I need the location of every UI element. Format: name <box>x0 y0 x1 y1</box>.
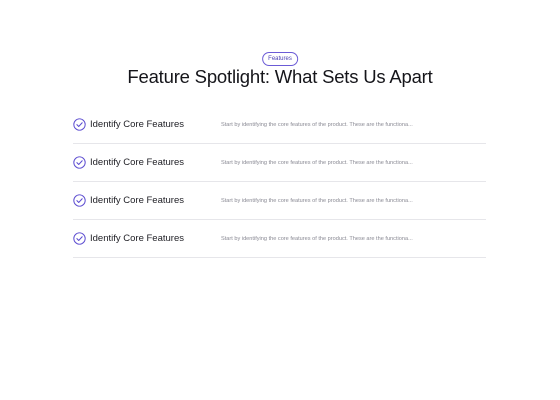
feature-description: Start by identifying the core features o… <box>221 122 413 128</box>
feature-title: Identify Core Features <box>90 233 184 244</box>
feature-row: Identify Core Features Start by identify… <box>73 182 486 220</box>
check-circle-icon <box>73 118 86 131</box>
feature-row: Identify Core Features Start by identify… <box>73 144 486 182</box>
features-section: Features Feature Spotlight: What Sets Us… <box>0 0 560 400</box>
feature-description: Start by identifying the core features o… <box>221 198 413 204</box>
check-circle-icon <box>73 232 86 245</box>
check-circle-icon <box>73 156 86 169</box>
feature-description: Start by identifying the core features o… <box>221 236 413 242</box>
feature-title: Identify Core Features <box>90 195 184 206</box>
feature-row: Identify Core Features Start by identify… <box>73 106 486 144</box>
section-title: Feature Spotlight: What Sets Us Apart <box>127 66 433 87</box>
feature-row: Identify Core Features Start by identify… <box>73 220 486 258</box>
check-circle-icon <box>73 194 86 207</box>
feature-title: Identify Core Features <box>90 157 184 168</box>
feature-list: Identify Core Features Start by identify… <box>73 106 486 258</box>
feature-description: Start by identifying the core features o… <box>221 160 413 166</box>
feature-title: Identify Core Features <box>90 119 184 130</box>
